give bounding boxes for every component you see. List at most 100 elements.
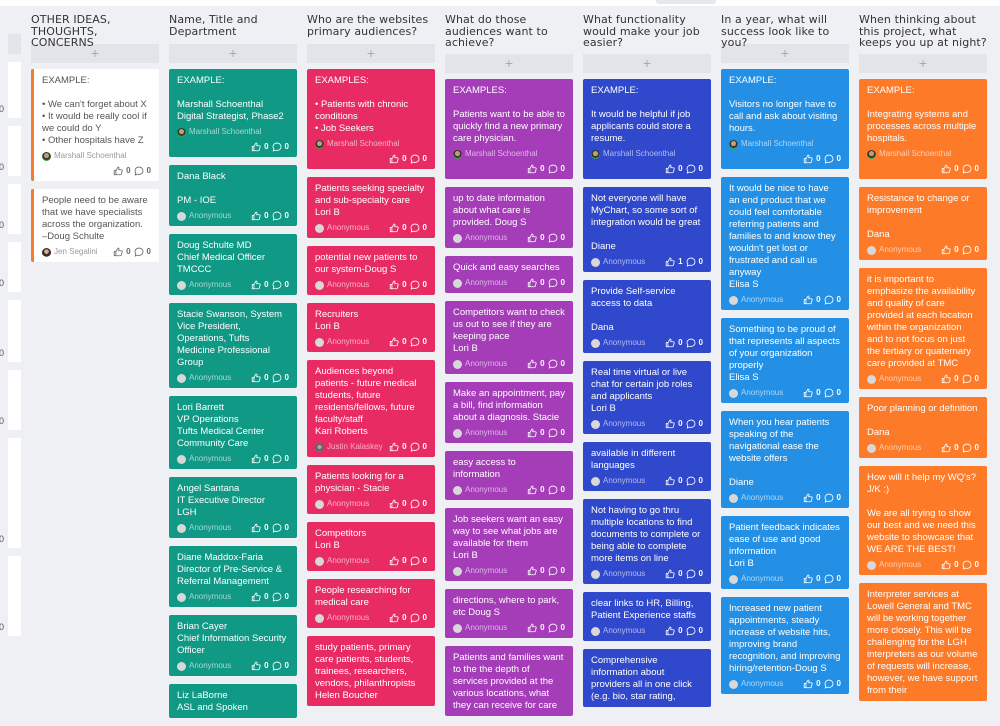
comment-icon[interactable] [272,454,282,464]
post-card[interactable]: Comprehensive information about provider… [583,649,711,707]
like-icon[interactable] [803,679,813,689]
post-card[interactable]: Something to be proud of that represents… [721,318,849,403]
like-icon[interactable] [665,569,675,579]
post-card[interactable]: EXAMPLE: It would be helpful if job appl… [583,79,711,179]
post-author[interactable]: Anonymous [453,565,507,577]
top-tab[interactable] [656,0,716,4]
post-author[interactable]: Marshall Schoenthal [177,126,289,138]
post-author[interactable]: Anonymous [729,573,783,585]
comment-icon[interactable] [548,428,558,438]
like-icon[interactable] [389,223,399,233]
comment-icon[interactable] [686,569,696,579]
post-card[interactable]: Not everyone will have MyChart, so some … [583,187,711,272]
post-card[interactable]: Not having to go thru multiple locations… [583,499,711,584]
post-card[interactable]: Lori Barrett VP Operations Tufts Medical… [169,396,297,469]
like-icon[interactable] [389,280,399,290]
post-card[interactable]: easy access to information Anonymous 0 0 [445,451,573,500]
offscreen-card[interactable]: 0 [0,242,21,292]
like-icon[interactable] [665,257,675,267]
post-card[interactable]: Diane Maddox-Faria Director of Pre-Servi… [169,546,297,607]
like-icon[interactable] [941,560,951,570]
post-card[interactable]: it is important to emphasize the availab… [859,268,987,389]
post-author[interactable]: Anonymous [453,484,507,496]
comment-icon[interactable] [548,233,558,243]
comment-icon[interactable] [410,280,420,290]
like-icon[interactable] [251,454,261,464]
comment-icon[interactable] [686,626,696,636]
post-card[interactable]: Doug Schulte MD Chief Medical Officer TM… [169,234,297,295]
comment-icon[interactable] [272,523,282,533]
post-card[interactable]: Patient feedback indicates ease of use a… [721,516,849,589]
post-card[interactable]: potential new patients to our system-Dou… [307,246,435,295]
like-icon[interactable] [941,164,951,174]
post-card[interactable]: When you hear patients speaking of the n… [721,411,849,508]
post-card[interactable]: Recruiters Lori B Anonymous 0 0 [307,303,435,352]
like-icon[interactable] [389,154,399,164]
offscreen-card[interactable]: 0 [0,556,21,636]
post-author[interactable]: Marshall Schoenthal [591,148,703,160]
like-icon[interactable] [527,359,537,369]
post-card[interactable]: Competitors Lori B Anonymous 0 0 [307,522,435,571]
offscreen-card[interactable]: 0 [0,126,21,176]
post-author[interactable]: Anonymous [453,277,507,289]
like-icon[interactable] [941,374,951,384]
like-icon[interactable] [389,556,399,566]
comment-icon[interactable] [272,592,282,602]
post-author[interactable]: Anonymous [453,427,507,439]
like-icon[interactable] [527,428,537,438]
post-card[interactable]: study patients, primary care patients, s… [307,636,435,706]
like-icon[interactable] [113,247,123,257]
comment-icon[interactable] [962,374,972,384]
post-card[interactable]: How will it help my WQ's? J/K :) We are … [859,466,987,575]
like-icon[interactable] [251,142,261,152]
post-author[interactable]: Anonymous [591,475,645,487]
like-icon[interactable] [251,373,261,383]
comment-icon[interactable] [686,476,696,486]
offscreen-add-button[interactable] [8,34,21,54]
add-post-button[interactable]: + [307,44,435,63]
add-post-button[interactable]: + [859,54,987,73]
post-author[interactable]: Anonymous [177,522,231,534]
like-icon[interactable] [251,280,261,290]
comment-icon[interactable] [686,338,696,348]
post-author[interactable]: Justin Kalaskey [315,441,383,453]
post-author[interactable]: Anonymous [591,625,645,637]
post-card[interactable]: Job seekers want an easy way to see what… [445,508,573,581]
post-author[interactable]: Marshall Schoenthal [729,138,841,150]
post-author[interactable]: Anonymous [591,337,645,349]
like-icon[interactable] [389,613,399,623]
comment-icon[interactable] [410,154,420,164]
post-card[interactable]: EXAMPLES: • Patients with chronic condit… [307,69,435,169]
post-card[interactable]: Provide Self-service access to data Dana… [583,280,711,353]
like-icon[interactable] [665,419,675,429]
comment-icon[interactable] [134,247,144,257]
add-post-button[interactable]: + [169,44,297,63]
like-icon[interactable] [527,278,537,288]
post-card[interactable]: Angel Santana IT Executive Director LGH A… [169,477,297,538]
post-author[interactable]: Marshall Schoenthal [42,150,151,162]
post-author[interactable]: Anonymous [315,555,369,567]
like-icon[interactable] [251,592,261,602]
comment-icon[interactable] [410,613,420,623]
like-icon[interactable] [251,661,261,671]
comment-icon[interactable] [962,443,972,453]
post-author[interactable]: Marshall Schoenthal [315,138,427,150]
like-icon[interactable] [665,164,675,174]
like-icon[interactable] [665,626,675,636]
post-card[interactable]: Patients and families want to the the de… [445,646,573,716]
post-author[interactable]: Anonymous [453,358,507,370]
like-icon[interactable] [389,442,399,452]
comment-icon[interactable] [272,280,282,290]
post-author[interactable]: Anonymous [867,442,921,454]
comment-icon[interactable] [824,574,834,584]
post-card[interactable]: Dana Black PM - IOE Anonymous 0 0 [169,165,297,226]
comment-icon[interactable] [686,419,696,429]
like-icon[interactable] [803,295,813,305]
add-post-button[interactable]: + [445,54,573,73]
post-card[interactable]: EXAMPLE: Visitors no longer have to call… [721,69,849,169]
post-card[interactable]: available in different languages Anonymou… [583,442,711,491]
comment-icon[interactable] [272,211,282,221]
comment-icon[interactable] [824,679,834,689]
offscreen-card[interactable]: 0 [0,300,21,362]
comment-icon[interactable] [686,257,696,267]
